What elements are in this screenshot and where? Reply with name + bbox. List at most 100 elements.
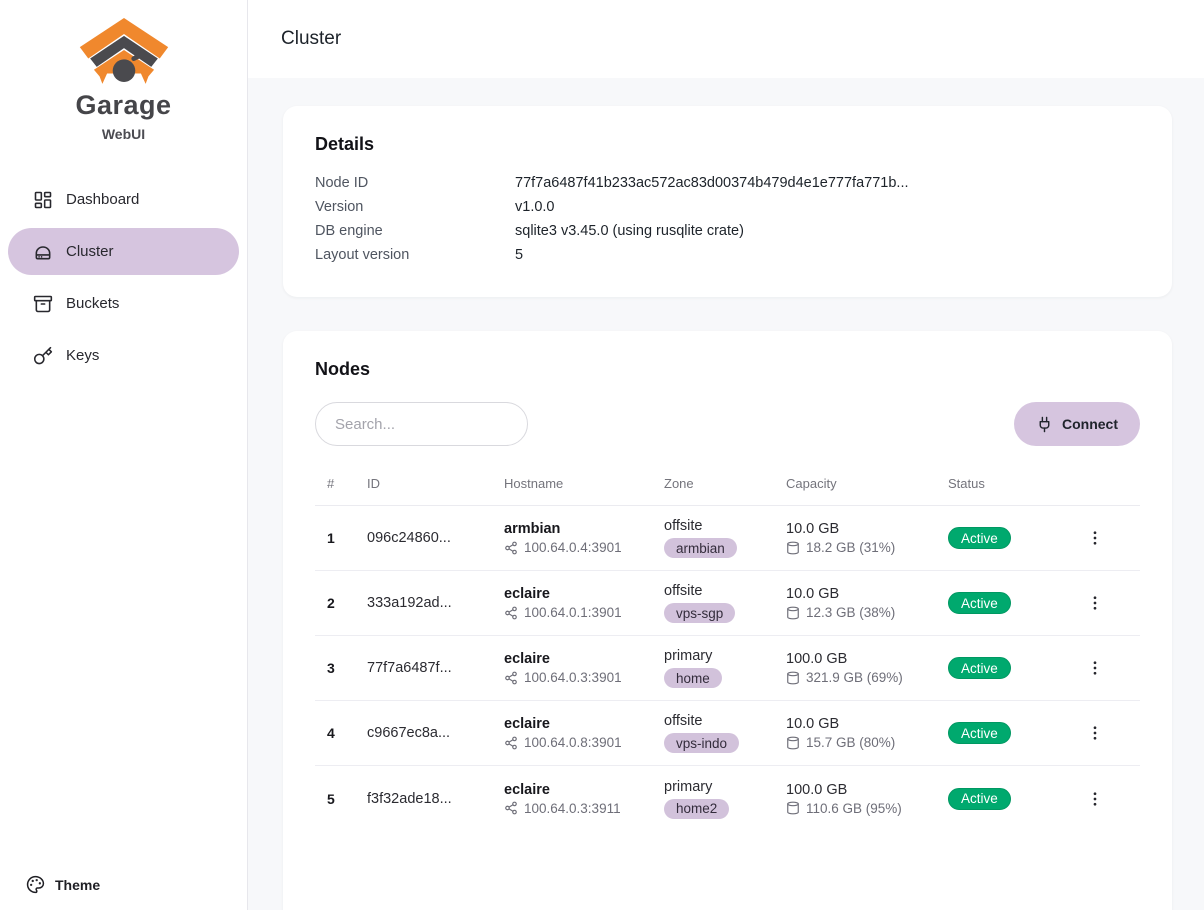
node-id: 096c24860... xyxy=(367,530,504,546)
garage-logo-icon xyxy=(77,16,171,84)
sidebar-item-cluster[interactable]: Cluster xyxy=(8,228,239,275)
node-menu-cell xyxy=(1074,718,1140,748)
node-hostname: eclaire xyxy=(504,586,664,602)
table-row: 5 f3f32ade18... eclaire 100.64.0.3:3911 … xyxy=(315,766,1140,831)
connect-button[interactable]: Connect xyxy=(1014,402,1140,446)
database-icon xyxy=(786,606,800,620)
brand-subtitle: WebUI xyxy=(102,126,145,142)
logo-block: Garage WebUI xyxy=(0,16,247,142)
search-input[interactable] xyxy=(315,402,528,446)
node-capacity: 10.0 GB xyxy=(786,521,948,537)
node-usage-row: 12.3 GB (38%) xyxy=(786,605,948,620)
col-header-hostname: Hostname xyxy=(504,476,664,491)
node-capacity-cell: 100.0 GB 110.6 GB (95%) xyxy=(786,782,948,816)
node-capacity-cell: 100.0 GB 321.9 GB (69%) xyxy=(786,651,948,685)
app-root: Garage WebUI Dashboard xyxy=(0,0,1204,910)
database-icon xyxy=(786,736,800,750)
node-hostname-cell: eclaire 100.64.0.3:3911 xyxy=(504,782,664,816)
details-card: Details Node ID 77f7a6487f41b233ac572ac8… xyxy=(283,106,1172,297)
table-row: 3 77f7a6487f... eclaire 100.64.0.3:3901 … xyxy=(315,636,1140,701)
node-zone-cell: offsite vps-sgp xyxy=(664,583,786,623)
node-id: f3f32ade18... xyxy=(367,791,504,807)
nodes-table-body: 1 096c24860... armbian 100.64.0.4:3901 o… xyxy=(315,506,1140,831)
node-index: 2 xyxy=(315,595,367,611)
row-menu-button[interactable] xyxy=(1078,588,1112,618)
node-zone: primary xyxy=(664,779,786,795)
status-badge: Active xyxy=(948,592,1011,614)
palette-icon xyxy=(26,875,45,894)
node-usage-row: 321.9 GB (69%) xyxy=(786,670,948,685)
details-title: Details xyxy=(315,134,1140,155)
status-badge: Active xyxy=(948,527,1011,549)
page-title: Cluster xyxy=(281,28,341,50)
detail-value: v1.0.0 xyxy=(515,195,555,219)
node-address: 100.64.0.1:3901 xyxy=(524,605,622,620)
nodes-toolbar: Connect xyxy=(315,402,1140,446)
node-usage: 15.7 GB (80%) xyxy=(806,735,895,750)
node-usage: 110.6 GB (95%) xyxy=(806,801,902,816)
detail-row-version: Version v1.0.0 xyxy=(315,195,1140,219)
col-header-id: ID xyxy=(367,476,504,491)
node-status-cell: Active xyxy=(948,722,1074,744)
node-address-row: 100.64.0.8:3901 xyxy=(504,735,664,750)
share-icon xyxy=(504,736,518,750)
node-zone-cell: offsite vps-indo xyxy=(664,713,786,753)
table-row: 1 096c24860... armbian 100.64.0.4:3901 o… xyxy=(315,506,1140,571)
archive-icon xyxy=(33,294,53,314)
database-icon xyxy=(786,801,800,815)
topbar: Cluster xyxy=(248,0,1204,78)
node-capacity-cell: 10.0 GB 12.3 GB (38%) xyxy=(786,586,948,620)
status-badge: Active xyxy=(948,722,1011,744)
node-zone-cell: primary home2 xyxy=(664,779,786,819)
nodes-table-header: # ID Hostname Zone Capacity Status xyxy=(315,470,1140,506)
status-badge: Active xyxy=(948,657,1011,679)
theme-button[interactable]: Theme xyxy=(26,875,100,894)
node-capacity-cell: 10.0 GB 15.7 GB (80%) xyxy=(786,716,948,750)
node-status-cell: Active xyxy=(948,592,1074,614)
table-row: 4 c9667ec8a... eclaire 100.64.0.8:3901 o… xyxy=(315,701,1140,766)
share-icon xyxy=(504,801,518,815)
col-header-index: # xyxy=(315,476,367,491)
sidebar-item-dashboard[interactable]: Dashboard xyxy=(8,176,239,223)
node-index: 5 xyxy=(315,791,367,807)
detail-label: DB engine xyxy=(315,219,515,243)
sidebar-item-label: Dashboard xyxy=(66,191,139,208)
detail-row-db-engine: DB engine sqlite3 v3.45.0 (using rusqlit… xyxy=(315,219,1140,243)
detail-value: sqlite3 v3.45.0 (using rusqlite crate) xyxy=(515,219,744,243)
node-capacity: 10.0 GB xyxy=(786,716,948,732)
plug-icon xyxy=(1036,416,1053,433)
node-menu-cell xyxy=(1074,523,1140,553)
table-row: 2 333a192ad... eclaire 100.64.0.1:3901 o… xyxy=(315,571,1140,636)
node-zone: offsite xyxy=(664,713,786,729)
detail-row-layout-version: Layout version 5 xyxy=(315,243,1140,267)
sidebar-item-keys[interactable]: Keys xyxy=(8,332,239,379)
node-status-cell: Active xyxy=(948,788,1074,810)
sidebar-item-buckets[interactable]: Buckets xyxy=(8,280,239,327)
detail-value: 77f7a6487f41b233ac572ac83d00374b479d4e1e… xyxy=(515,171,909,195)
row-menu-button[interactable] xyxy=(1078,653,1112,683)
zone-tag-badge: vps-sgp xyxy=(664,603,735,623)
node-usage-row: 110.6 GB (95%) xyxy=(786,801,948,816)
share-icon xyxy=(504,606,518,620)
node-hostname-cell: eclaire 100.64.0.1:3901 xyxy=(504,586,664,620)
database-icon xyxy=(786,671,800,685)
row-menu-button[interactable] xyxy=(1078,718,1112,748)
row-menu-button[interactable] xyxy=(1078,784,1112,814)
col-header-zone: Zone xyxy=(664,476,786,491)
col-header-capacity: Capacity xyxy=(786,476,948,491)
node-zone: offsite xyxy=(664,583,786,599)
connect-label: Connect xyxy=(1062,416,1118,432)
detail-label: Layout version xyxy=(315,243,515,267)
node-menu-cell xyxy=(1074,588,1140,618)
dashboard-icon xyxy=(33,190,53,210)
node-hostname: eclaire xyxy=(504,651,664,667)
node-capacity: 10.0 GB xyxy=(786,586,948,602)
content: Details Node ID 77f7a6487f41b233ac572ac8… xyxy=(248,78,1204,910)
row-menu-button[interactable] xyxy=(1078,523,1112,553)
share-icon xyxy=(504,541,518,555)
node-address-row: 100.64.0.1:3901 xyxy=(504,605,664,620)
node-id: 333a192ad... xyxy=(367,595,504,611)
node-zone-cell: offsite armbian xyxy=(664,518,786,558)
node-zone: primary xyxy=(664,648,786,664)
node-hostname-cell: armbian 100.64.0.4:3901 xyxy=(504,521,664,555)
